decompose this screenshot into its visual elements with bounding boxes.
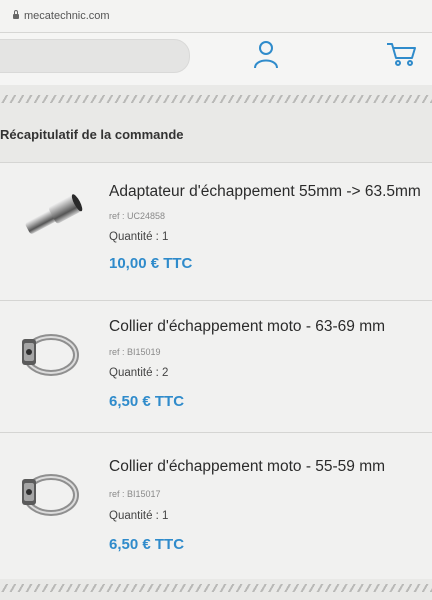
order-item: Collier d'échappement moto - 55-59 mm re… <box>0 432 432 579</box>
site-header <box>0 33 432 85</box>
item-name[interactable]: Adaptateur d'échappement 55mm -> 63.5mm <box>109 183 421 201</box>
exhaust-clamp-image <box>22 334 79 376</box>
item-quantity: Quantité : 1 <box>109 510 169 522</box>
item-ref: ref : BI15017 <box>109 489 161 499</box>
url-text: mecatechnic.com <box>24 10 110 22</box>
item-quantity: Quantité : 2 <box>109 367 169 379</box>
account-button[interactable] <box>249 37 283 71</box>
item-name[interactable]: Collier d'échappement moto - 55-59 mm <box>109 458 385 476</box>
decorative-stripe <box>0 95 432 103</box>
cart-icon <box>387 43 416 66</box>
lock-icon <box>13 10 19 19</box>
item-price: 6,50 € TTC <box>109 536 185 553</box>
order-item: Collier d'échappement moto - 63-69 mm re… <box>0 300 432 433</box>
item-quantity: Quantité : 1 <box>109 231 169 243</box>
browser-url-bar[interactable]: mecatechnic.com <box>0 0 432 33</box>
decorative-stripe <box>0 584 432 592</box>
order-item: Adaptateur d'échappement 55mm -> 63.5mm … <box>0 162 432 301</box>
item-ref: ref : UC24858 <box>109 211 166 221</box>
exhaust-clamp-image <box>22 474 79 516</box>
page-title: Récapitulatif de la commande <box>0 127 184 142</box>
exhaust-adapter-image <box>25 194 83 234</box>
item-price: 6,50 € TTC <box>109 393 185 410</box>
user-icon <box>254 41 278 69</box>
item-name[interactable]: Collier d'échappement moto - 63-69 mm <box>109 318 385 336</box>
search-input[interactable] <box>0 39 190 73</box>
item-ref: ref : BI15019 <box>109 347 161 357</box>
item-price: 10,00 € TTC <box>109 255 193 272</box>
cart-button[interactable] <box>384 37 418 71</box>
